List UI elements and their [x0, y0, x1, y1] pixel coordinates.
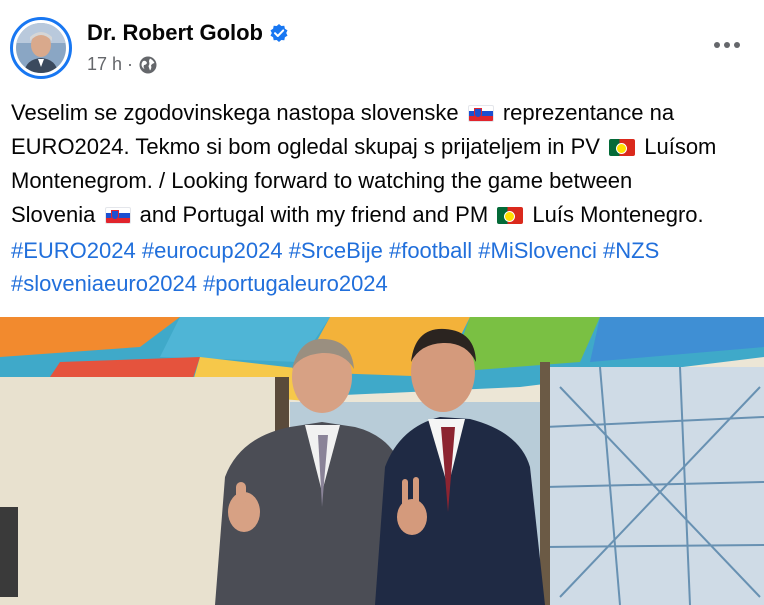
hashtag-link[interactable]: #MiSlovenci: [478, 238, 597, 263]
dot: [724, 42, 730, 48]
meta-separator: ·: [127, 54, 134, 74]
avatar-image: [16, 23, 66, 73]
slovenia-flag-icon: [104, 207, 131, 224]
hashtag-link[interactable]: #sloveniaeuro2024: [11, 271, 197, 296]
message-text: Luísom: [644, 134, 717, 159]
author-name[interactable]: Dr. Robert Golob: [87, 20, 263, 46]
hashtag-line: #EURO2024 #eurocup2024 #SrceBije #footba…: [11, 234, 756, 267]
message-line: Montenegrom. / Looking forward to watchi…: [11, 164, 756, 198]
post-timestamp[interactable]: 17 h: [87, 54, 122, 75]
message-line: EURO2024. Tekmo si bom ogledal skupaj s …: [11, 130, 756, 164]
hashtag-link[interactable]: #portugaleuro2024: [203, 271, 388, 296]
post-meta: 17 h ·: [87, 54, 158, 75]
author-avatar[interactable]: [10, 17, 72, 79]
message-text: Montenegrom. / Looking forward to watchi…: [11, 168, 633, 193]
post-header: Dr. Robert Golob 17 h ·: [0, 0, 764, 90]
hashtag-line: #sloveniaeuro2024 #portugaleuro2024: [11, 267, 756, 300]
hashtag-link[interactable]: #football: [389, 238, 472, 263]
message-line: Veselim se zgodovinskega nastopa slovens…: [11, 96, 756, 130]
portugal-flag-icon: [497, 207, 524, 224]
hashtag-link[interactable]: #SrceBije: [289, 238, 383, 263]
hashtag-link[interactable]: #NZS: [603, 238, 659, 263]
verified-badge-icon: [269, 23, 289, 43]
hashtag-link[interactable]: #EURO2024: [11, 238, 136, 263]
hashtag-list: #EURO2024 #eurocup2024 #SrceBije #footba…: [11, 234, 756, 300]
message-line: Slovenia and Portugal with my friend and…: [11, 198, 756, 232]
message-text: Luís Montenegro.: [532, 202, 704, 227]
slovenia-flag-icon: [467, 105, 494, 122]
globe-icon[interactable]: [138, 55, 158, 75]
dot: [714, 42, 720, 48]
post-photo[interactable]: [0, 317, 764, 605]
message-text: reprezentance na: [502, 100, 675, 125]
more-options-icon[interactable]: [710, 30, 744, 60]
message-text: and Portugal with my friend and PM: [139, 202, 489, 227]
post-message: Veselim se zgodovinskega nastopa slovens…: [11, 96, 756, 232]
hashtag-link[interactable]: #eurocup2024: [142, 238, 283, 263]
message-text: Slovenia: [11, 202, 96, 227]
dot: [734, 42, 740, 48]
photo-illustration: [0, 317, 764, 605]
message-text: EURO2024. Tekmo si bom ogledal skupaj s …: [11, 134, 600, 159]
author-row: Dr. Robert Golob: [87, 20, 289, 46]
portugal-flag-icon: [609, 139, 636, 156]
message-text: Veselim se zgodovinskega nastopa slovens…: [11, 100, 459, 125]
